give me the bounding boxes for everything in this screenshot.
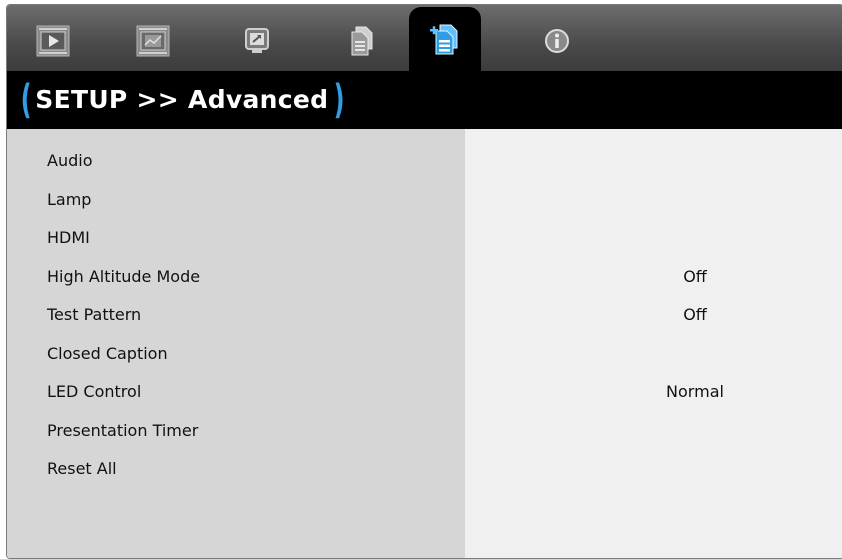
document-icon (351, 26, 373, 56)
menu-item-lamp[interactable]: Lamp (7, 182, 842, 220)
menu-item-reset-all[interactable]: Reset All (7, 451, 842, 489)
tab-image[interactable] (17, 11, 89, 71)
menu-item-high-altitude-mode[interactable]: High Altitude Mode Off (7, 259, 842, 297)
menu-item-label: Lamp (47, 189, 92, 209)
menu-item-label: Presentation Timer (47, 420, 199, 440)
title-open-paren: ( (20, 77, 32, 123)
page-title: SETUP >> Advanced (35, 84, 329, 114)
menu-item-test-pattern[interactable]: Test Pattern Off (7, 297, 842, 335)
menu-item-value: Off (683, 305, 707, 324)
tab-document[interactable] (325, 11, 397, 71)
menu-title-bar: ( SETUP >> Advanced ) (7, 71, 842, 129)
osd-menu-window: ( SETUP >> Advanced ) Audio Lamp HDMI Hi… (6, 4, 842, 559)
menu-item-value: Off (683, 266, 707, 286)
menu-item-value: Normal (666, 382, 724, 401)
menu-item-label: Test Pattern (47, 305, 142, 324)
menu-item-label: Closed Caption (47, 343, 168, 363)
title-close-paren: ) (333, 77, 345, 123)
menu-item-hdmi[interactable]: HDMI (7, 220, 842, 258)
setup-icon (430, 24, 458, 55)
tab-info[interactable] (521, 11, 593, 71)
menu-content: Audio Lamp HDMI High Altitude Mode Off T… (7, 129, 842, 558)
display-icon (136, 25, 170, 57)
menu-item-closed-caption[interactable]: Closed Caption (7, 336, 842, 374)
picture-icon (36, 25, 70, 57)
menu-item-label: HDMI (47, 228, 90, 247)
tab-setup-advanced[interactable] (409, 7, 481, 71)
menu-item-label: High Altitude Mode (47, 266, 201, 286)
menu-item-led-control[interactable]: LED Control Normal (7, 374, 842, 412)
menu-item-label: LED Control (47, 382, 142, 401)
menu-tab-bar (7, 5, 842, 71)
menu-item-label: Audio (47, 151, 93, 170)
screen-icon (245, 28, 269, 53)
menu-item-presentation-timer[interactable]: Presentation Timer (7, 413, 842, 451)
tab-display[interactable] (117, 11, 189, 71)
menu-item-label: Reset All (47, 459, 117, 478)
info-icon (545, 29, 569, 53)
tab-screen[interactable] (221, 11, 293, 71)
menu-item-audio[interactable]: Audio (7, 143, 842, 181)
